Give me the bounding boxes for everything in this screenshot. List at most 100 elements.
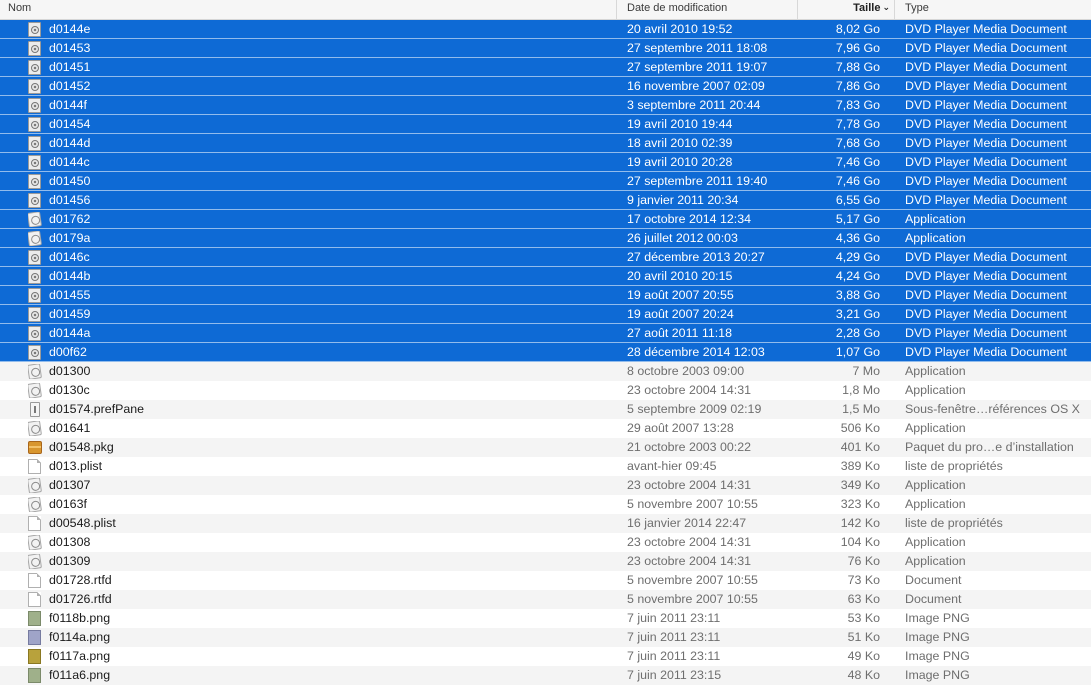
- column-header-name[interactable]: Nom: [0, 0, 616, 19]
- file-row[interactable]: f0118b.png 7 juin 2011 23:11 53 Ko Image PN…: [0, 609, 1091, 628]
- file-row[interactable]: d0163f 5 novembre 2007 10:55 323 Ko Applica…: [0, 495, 1091, 514]
- file-name: d01641: [49, 421, 91, 435]
- file-row[interactable]: d01451 27 septembre 2011 19:07 7,88 Go DVD …: [0, 58, 1091, 77]
- file-row[interactable]: d0144f 3 septembre 2011 20:44 7,83 Go DVD P…: [0, 96, 1091, 115]
- file-type: Paquet du pro…e d’installation: [905, 440, 1074, 454]
- file-row[interactable]: d0144d 18 avril 2010 02:39 7,68 Go DVD Play…: [0, 134, 1091, 153]
- file-name: f011a6.png: [49, 668, 111, 682]
- file-row[interactable]: d00548.plist 16 janvier 2014 22:47 142 Ko l…: [0, 514, 1091, 533]
- file-name: d0146c: [49, 250, 90, 264]
- file-row[interactable]: d01309 23 octobre 2004 14:31 76 Ko Applicat…: [0, 552, 1091, 571]
- application-icon: [28, 554, 42, 569]
- file-row[interactable]: d01574.prefPane 5 septembre 2009 02:19 1,5…: [0, 400, 1091, 419]
- file-row[interactable]: d0146c 27 décembre 2013 20:27 4,29 Go DVD P…: [0, 248, 1091, 267]
- file-row[interactable]: d01728.rtfd 5 novembre 2007 10:55 73 Ko Doc…: [0, 571, 1091, 590]
- file-row[interactable]: d01308 23 octobre 2004 14:31 104 Ko Applica…: [0, 533, 1091, 552]
- file-row[interactable]: d01726.rtfd 5 novembre 2007 10:55 63 Ko Doc…: [0, 590, 1091, 609]
- file-name: d01455: [49, 288, 91, 302]
- file-name: d01762: [49, 212, 91, 226]
- dvd-document-icon: [28, 79, 42, 94]
- file-size: 51 Ko: [847, 630, 880, 644]
- file-type: Document: [905, 573, 962, 587]
- file-name: d013.plist: [49, 459, 103, 473]
- file-name: d0179a: [49, 231, 91, 245]
- file-date: 26 juillet 2012 00:03: [627, 231, 738, 245]
- file-row[interactable]: d0179a 26 juillet 2012 00:03 4,36 Go Applic…: [0, 229, 1091, 248]
- file-row[interactable]: d01453 27 septembre 2011 18:08 7,96 Go DVD …: [0, 39, 1091, 58]
- file-row[interactable]: d01548.pkg 21 octobre 2003 00:22 401 Ko Paq…: [0, 438, 1091, 457]
- file-row[interactable]: d01450 27 septembre 2011 19:40 7,46 Go DVD …: [0, 172, 1091, 191]
- column-header-type[interactable]: Type: [894, 0, 1091, 19]
- file-row[interactable]: d01459 19 août 2007 20:24 3,21 Go DVD Playe…: [0, 305, 1091, 324]
- file-row[interactable]: d0144c 19 avril 2010 20:28 7,46 Go DVD Play…: [0, 153, 1091, 172]
- file-row[interactable]: d0144a 27 août 2011 11:18 2,28 Go DVD Playe…: [0, 324, 1091, 343]
- dvd-document-icon: [28, 326, 42, 341]
- file-type: DVD Player Media Document: [905, 22, 1067, 36]
- file-row[interactable]: f011a6.png 7 juin 2011 23:15 48 Ko Image PN…: [0, 666, 1091, 685]
- file-row[interactable]: d01452 16 novembre 2007 02:09 7,86 Go DVD P…: [0, 77, 1091, 96]
- file-row[interactable]: f0114a.png 7 juin 2011 23:11 51 Ko Image PN…: [0, 628, 1091, 647]
- document-icon: [28, 516, 42, 531]
- file-size: 7,68 Go: [835, 136, 880, 150]
- file-size: 4,29 Go: [835, 250, 880, 264]
- file-row[interactable]: d01300 8 octobre 2003 09:00 7 Mo Applicatio…: [0, 362, 1091, 381]
- file-name: d0144f: [49, 98, 87, 112]
- file-name: d01308: [49, 535, 91, 549]
- file-size: 4,24 Go: [835, 269, 880, 283]
- file-row[interactable]: d0144b 20 avril 2010 20:15 4,24 Go DVD Play…: [0, 267, 1091, 286]
- application-icon: [28, 383, 42, 398]
- file-type: DVD Player Media Document: [905, 174, 1067, 188]
- file-name: d01309: [49, 554, 91, 568]
- file-size: 63 Ko: [847, 592, 880, 606]
- file-date: avant-hier 09:45: [627, 459, 717, 473]
- file-row[interactable]: d01455 19 août 2007 20:55 3,88 Go DVD Playe…: [0, 286, 1091, 305]
- file-type: Image PNG: [905, 630, 970, 644]
- file-type: Application: [905, 383, 966, 397]
- file-row[interactable]: d00f62 28 décembre 2014 12:03 1,07 Go DVD P…: [0, 343, 1091, 362]
- file-type: liste de propriétés: [905, 516, 1003, 530]
- file-size: 1,5 Mo: [842, 402, 880, 416]
- file-row[interactable]: d01454 19 avril 2010 19:44 7,78 Go DVD Play…: [0, 115, 1091, 134]
- file-name: d0144e: [49, 22, 91, 36]
- dvd-document-icon: [28, 193, 42, 208]
- file-size: 49 Ko: [847, 649, 880, 663]
- file-row[interactable]: d01641 29 août 2007 13:28 506 Ko Applicatio…: [0, 419, 1091, 438]
- column-header-size-label: Taille: [853, 2, 881, 14]
- file-size: 7,86 Go: [835, 79, 880, 93]
- file-row[interactable]: d0144e 20 avril 2010 19:52 8,02 Go DVD Play…: [0, 20, 1091, 39]
- file-type: DVD Player Media Document: [905, 345, 1067, 359]
- file-type: Application: [905, 497, 966, 511]
- file-name: d01574.prefPane: [49, 402, 145, 416]
- application-icon: [28, 231, 42, 246]
- png-image-icon: [28, 668, 42, 683]
- file-size: 7,96 Go: [835, 41, 880, 55]
- file-size: 7,78 Go: [835, 117, 880, 131]
- file-row[interactable]: f0117a.png 7 juin 2011 23:11 49 Ko Image PN…: [0, 647, 1091, 666]
- dvd-document-icon: [28, 41, 42, 56]
- column-header-size[interactable]: Taille ⌄: [797, 0, 894, 19]
- file-type: Image PNG: [905, 668, 970, 682]
- file-size: 401 Ko: [840, 440, 880, 454]
- column-header-date[interactable]: Date de modification: [616, 0, 797, 19]
- file-name: d01459: [49, 307, 91, 321]
- file-name: f0117a.png: [49, 649, 111, 663]
- file-row[interactable]: d01307 23 octobre 2004 14:31 349 Ko Applica…: [0, 476, 1091, 495]
- file-date: 8 octobre 2003 09:00: [627, 364, 745, 378]
- file-size: 8,02 Go: [835, 22, 880, 36]
- file-type: DVD Player Media Document: [905, 193, 1067, 207]
- application-icon: [28, 478, 42, 493]
- file-date: 7 juin 2011 23:11: [627, 649, 721, 663]
- file-row[interactable]: d013.plist avant-hier 09:45 389 Ko liste de…: [0, 457, 1091, 476]
- file-name: d01300: [49, 364, 91, 378]
- file-type: DVD Player Media Document: [905, 41, 1067, 55]
- file-date: 23 octobre 2004 14:31: [627, 383, 752, 397]
- file-row[interactable]: d01762 17 octobre 2014 12:34 5,17 Go Applic…: [0, 210, 1091, 229]
- file-row[interactable]: d01456 9 janvier 2011 20:34 6,55 Go DVD Pla…: [0, 191, 1091, 210]
- file-type: Application: [905, 478, 966, 492]
- file-size: 4,36 Go: [835, 231, 880, 245]
- file-row[interactable]: d0130c 23 octobre 2004 14:31 1,8 Mo Applica…: [0, 381, 1091, 400]
- file-date: 19 août 2007 20:24: [627, 307, 734, 321]
- file-size: 53 Ko: [847, 611, 880, 625]
- file-size: 2,28 Go: [835, 326, 880, 340]
- png-image-icon: [28, 630, 42, 645]
